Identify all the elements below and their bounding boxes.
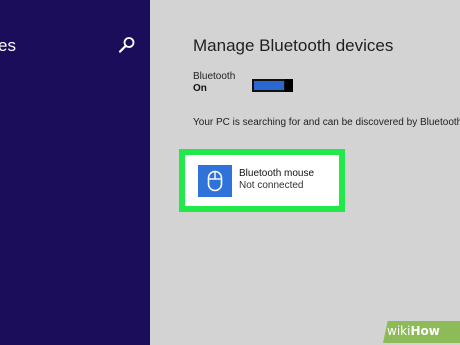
- mouse-icon: [207, 170, 223, 192]
- main-panel: Manage Bluetooth devices Bluetooth On Yo…: [150, 0, 460, 345]
- bluetooth-label: Bluetooth: [193, 71, 236, 82]
- sidebar: es: [0, 0, 150, 345]
- wikihow-watermark: wikiHow: [387, 324, 440, 338]
- search-icon[interactable]: [118, 36, 136, 54]
- device-bluetooth-mouse[interactable]: Bluetooth mouse Not connected: [179, 149, 345, 212]
- watermark-suffix: How: [410, 324, 440, 338]
- device-icon-tile: [198, 165, 232, 197]
- toggle-knob: [285, 79, 293, 92]
- toggle-fill: [254, 81, 284, 90]
- watermark-prefix: wiki: [387, 324, 411, 338]
- searching-message: Your PC is searching for and can be disc…: [193, 117, 460, 128]
- sidebar-title: es: [0, 36, 16, 55]
- device-status: Not connected: [239, 180, 304, 191]
- device-name: Bluetooth mouse: [239, 168, 315, 179]
- page-title: Manage Bluetooth devices: [193, 36, 394, 55]
- bluetooth-toggle[interactable]: [252, 79, 293, 92]
- bluetooth-state: On: [193, 83, 207, 94]
